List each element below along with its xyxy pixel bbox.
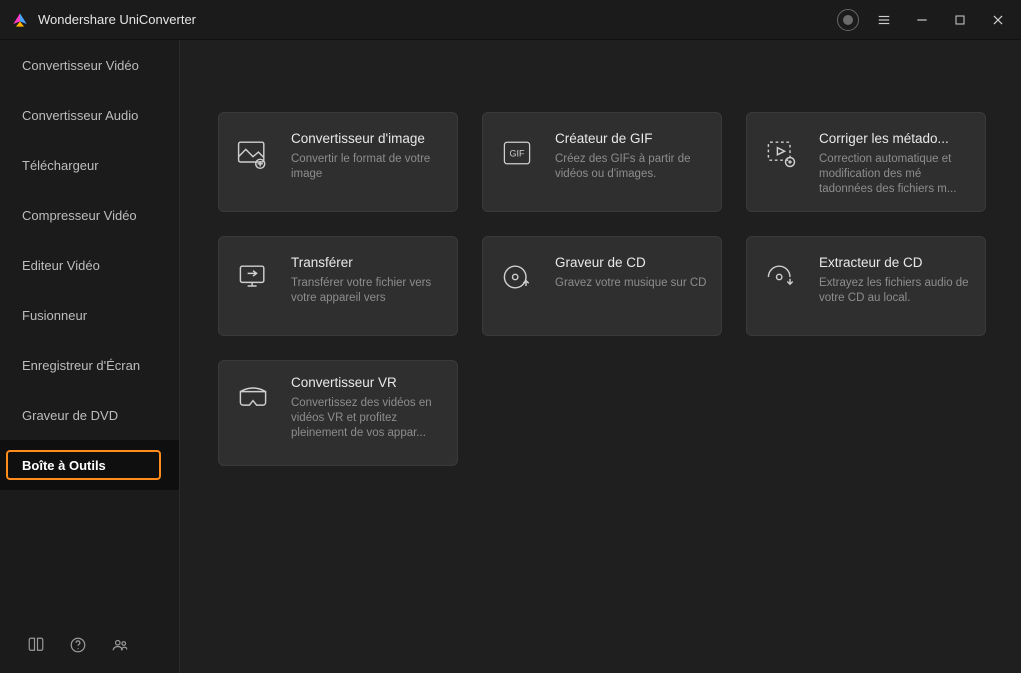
tool-card-desc: Convertissez des vidéos en vidéos VR et … xyxy=(291,396,443,441)
tool-card-vr-converter[interactable]: Convertisseur VR Convertissez des vidéos… xyxy=(218,360,458,466)
help-icon[interactable] xyxy=(68,635,88,655)
tool-card-desc: Transférer votre fichier vers votre appa… xyxy=(291,276,443,306)
sidebar-item-dvd-burner[interactable]: Graveur de DVD xyxy=(0,390,179,440)
sidebar-item-screen-recorder[interactable]: Enregistreur d'Écran xyxy=(0,340,179,390)
tool-card-desc: Créez des GIFs à partir de vidéos ou d'i… xyxy=(555,152,707,182)
sidebar-item-toolbox[interactable]: Boîte à Outils xyxy=(0,440,179,490)
tool-card-title: Convertisseur d'image xyxy=(291,131,443,146)
sidebar-item-audio-converter[interactable]: Convertisseur Audio xyxy=(0,90,179,140)
main-content: Convertisseur d'image Convertir le forma… xyxy=(180,40,1021,673)
sidebar-item-label: Convertisseur Vidéo xyxy=(22,58,139,73)
app-title: Wondershare UniConverter xyxy=(38,12,196,27)
tool-card-cd-burner[interactable]: Graveur de CD Gravez votre musique sur C… xyxy=(482,236,722,336)
sidebar-item-merger[interactable]: Fusionneur xyxy=(0,290,179,340)
maximize-icon[interactable] xyxy=(947,7,973,33)
close-icon[interactable] xyxy=(985,7,1011,33)
tool-card-title: Graveur de CD xyxy=(555,255,707,270)
sidebar: Convertisseur Vidéo Convertisseur Audio … xyxy=(0,40,180,673)
tool-card-desc: Extrayez les fichiers audio de votre CD … xyxy=(819,276,971,306)
sidebar-item-label: Téléchargeur xyxy=(22,158,99,173)
tool-card-desc: Correction automatique et modification d… xyxy=(819,152,971,197)
title-bar: Wondershare UniConverter xyxy=(0,0,1021,40)
sidebar-item-video-compressor[interactable]: Compresseur Vidéo xyxy=(0,190,179,240)
sidebar-item-label: Boîte à Outils xyxy=(22,458,106,473)
community-icon[interactable] xyxy=(110,635,130,655)
sidebar-item-downloader[interactable]: Téléchargeur xyxy=(0,140,179,190)
tool-card-gif-maker[interactable]: GIF Créateur de GIF Créez des GIFs à par… xyxy=(482,112,722,212)
transfer-icon xyxy=(233,257,273,297)
vr-icon xyxy=(233,377,273,417)
svg-text:GIF: GIF xyxy=(510,149,526,159)
sidebar-item-label: Editeur Vidéo xyxy=(22,258,100,273)
sidebar-item-label: Fusionneur xyxy=(22,308,87,323)
sidebar-item-label: Convertisseur Audio xyxy=(22,108,138,123)
disc-burn-icon xyxy=(497,257,537,297)
tool-card-title: Convertisseur VR xyxy=(291,375,443,390)
sidebar-item-video-converter[interactable]: Convertisseur Vidéo xyxy=(0,40,179,90)
metadata-icon xyxy=(761,133,801,173)
disc-rip-icon xyxy=(761,257,801,297)
tool-card-desc: Convertir le format de votre image xyxy=(291,152,443,182)
tutorial-icon[interactable] xyxy=(26,635,46,655)
minimize-icon[interactable] xyxy=(909,7,935,33)
account-avatar-icon[interactable] xyxy=(837,9,859,31)
tool-card-desc: Gravez votre musique sur CD xyxy=(555,276,707,291)
sidebar-item-video-editor[interactable]: Editeur Vidéo xyxy=(0,240,179,290)
tool-card-image-converter[interactable]: Convertisseur d'image Convertir le forma… xyxy=(218,112,458,212)
app-logo-icon xyxy=(12,12,28,28)
menu-icon[interactable] xyxy=(871,7,897,33)
tool-card-transfer[interactable]: Transférer Transférer votre fichier vers… xyxy=(218,236,458,336)
tool-card-title: Extracteur de CD xyxy=(819,255,971,270)
tool-card-fix-metadata[interactable]: Corriger les métado... Correction automa… xyxy=(746,112,986,212)
tool-card-title: Créateur de GIF xyxy=(555,131,707,146)
tool-card-title: Corriger les métado... xyxy=(819,131,971,146)
gif-icon: GIF xyxy=(497,133,537,173)
tool-card-cd-ripper[interactable]: Extracteur de CD Extrayez les fichiers a… xyxy=(746,236,986,336)
sidebar-item-label: Graveur de DVD xyxy=(22,408,118,423)
image-icon xyxy=(233,133,273,173)
sidebar-item-label: Compresseur Vidéo xyxy=(22,208,137,223)
tool-card-title: Transférer xyxy=(291,255,443,270)
sidebar-item-label: Enregistreur d'Écran xyxy=(22,358,140,373)
